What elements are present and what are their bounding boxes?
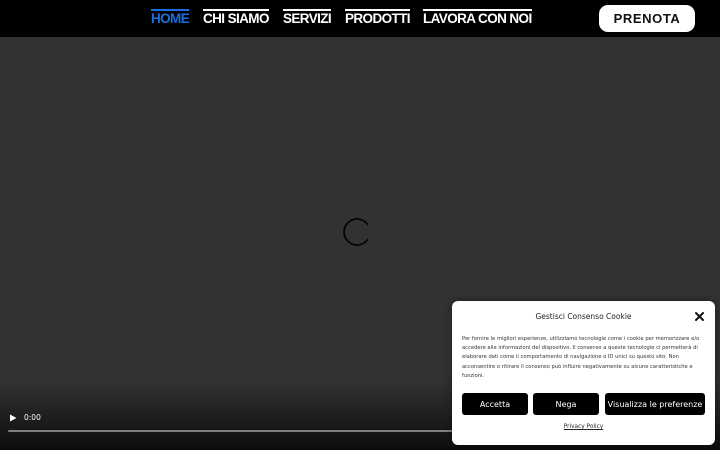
top-navbar: HOME CHI SIAMO SERVIZI PRODOTTI LAVORA C… [0, 0, 720, 37]
view-preferences-button[interactable]: Visualizza le preferenze [605, 393, 705, 415]
nav-item-chi-siamo[interactable]: CHI SIAMO [203, 9, 269, 26]
deny-button[interactable]: Nega [533, 393, 599, 415]
cookie-dialog-text: Per fornire le migliori esperienze, util… [462, 336, 700, 379]
nav-item-home[interactable]: HOME [151, 9, 190, 26]
privacy-policy-link[interactable]: Privacy Policy [452, 424, 715, 430]
nav-item-prodotti[interactable]: PRODOTTI [345, 9, 411, 26]
video-time: 0:00 [24, 413, 41, 422]
video-progress-bar[interactable] [8, 430, 458, 432]
book-button[interactable]: PRENOTA [599, 5, 695, 32]
cookie-dialog-title: Gestisci Consenso Cookie [535, 312, 632, 321]
play-icon[interactable] [8, 413, 18, 423]
accept-button[interactable]: Accetta [462, 393, 528, 415]
nav-item-lavora-con-noi[interactable]: LAVORA CON NOI [423, 9, 532, 26]
loading-spinner-icon [343, 218, 369, 246]
close-icon[interactable] [694, 311, 705, 322]
cookie-consent-dialog: Gestisci Consenso Cookie Per fornire le … [452, 301, 715, 445]
nav-item-servizi[interactable]: SERVIZI [283, 9, 332, 26]
